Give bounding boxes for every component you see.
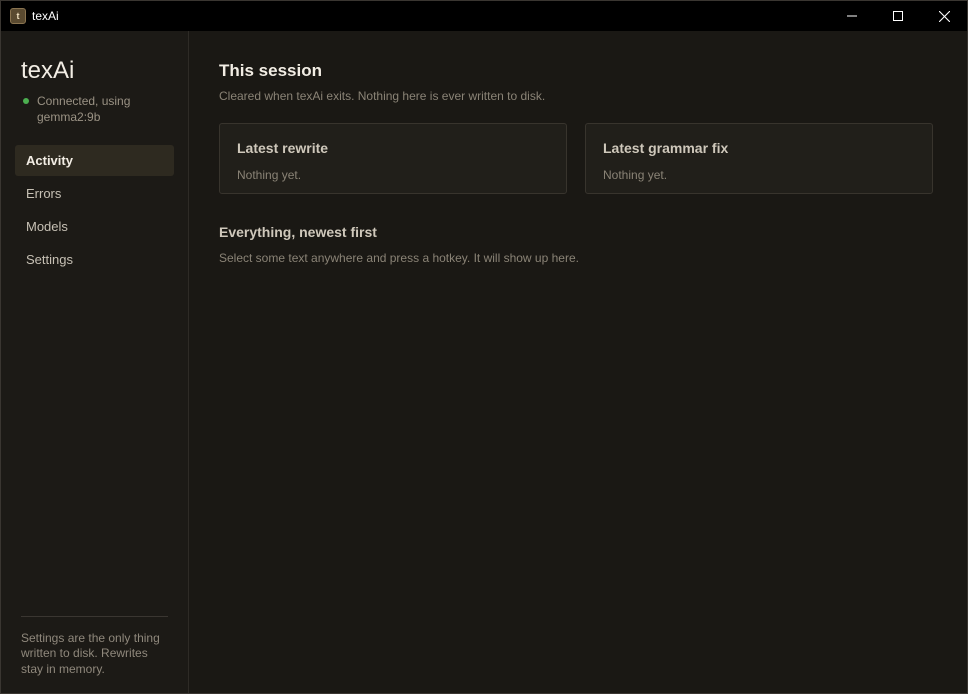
maximize-icon: [893, 11, 903, 21]
card-title: Latest rewrite: [237, 140, 329, 156]
sidebar-item-models[interactable]: Models: [15, 211, 174, 242]
page-subtitle: Cleared when texAi exits. Nothing here i…: [219, 89, 546, 103]
close-button[interactable]: [921, 1, 967, 31]
window-title: texAi: [32, 9, 59, 23]
sidebar: texAi Connected, using gemma2:9b Activit…: [1, 31, 189, 693]
history-heading: Everything, newest first: [219, 224, 377, 240]
window-controls: [829, 1, 967, 31]
brand-title: texAi: [21, 57, 75, 84]
sidebar-item-errors[interactable]: Errors: [15, 178, 174, 209]
page-title: This session: [219, 61, 322, 80]
history-empty-text: Select some text anywhere and press a ho…: [219, 251, 579, 265]
card-body: Nothing yet.: [603, 168, 668, 182]
sidebar-nav: Activity Errors Models Settings: [1, 145, 188, 275]
sidebar-divider: [21, 616, 168, 617]
app-icon: t: [10, 8, 26, 24]
title-bar[interactable]: t texAi: [1, 1, 967, 31]
latest-rewrite-card: Latest rewrite Nothing yet.: [219, 123, 567, 194]
card-title: Latest grammar fix: [603, 140, 729, 156]
status-text: Connected, using gemma2:9b: [37, 94, 131, 124]
minimize-icon: [847, 15, 857, 17]
sidebar-item-settings[interactable]: Settings: [15, 244, 174, 275]
latest-grammar-fix-card: Latest grammar fix Nothing yet.: [585, 123, 933, 194]
sidebar-footer-note: Settings are the only thing written to d…: [21, 630, 160, 676]
minimize-button[interactable]: [829, 1, 875, 31]
connection-status: Connected, using gemma2:9b: [21, 93, 188, 125]
summary-cards: Latest rewrite Nothing yet. Latest gramm…: [219, 123, 933, 194]
sidebar-item-activity[interactable]: Activity: [15, 145, 174, 176]
main-content: This session Cleared when texAi exits. N…: [189, 31, 967, 693]
maximize-button[interactable]: [875, 1, 921, 31]
status-dot-icon: [23, 98, 29, 104]
app-window: t texAi texAi Connected, using gemma2:9b…: [0, 0, 968, 694]
card-body: Nothing yet.: [237, 168, 302, 182]
close-icon: [938, 10, 950, 22]
